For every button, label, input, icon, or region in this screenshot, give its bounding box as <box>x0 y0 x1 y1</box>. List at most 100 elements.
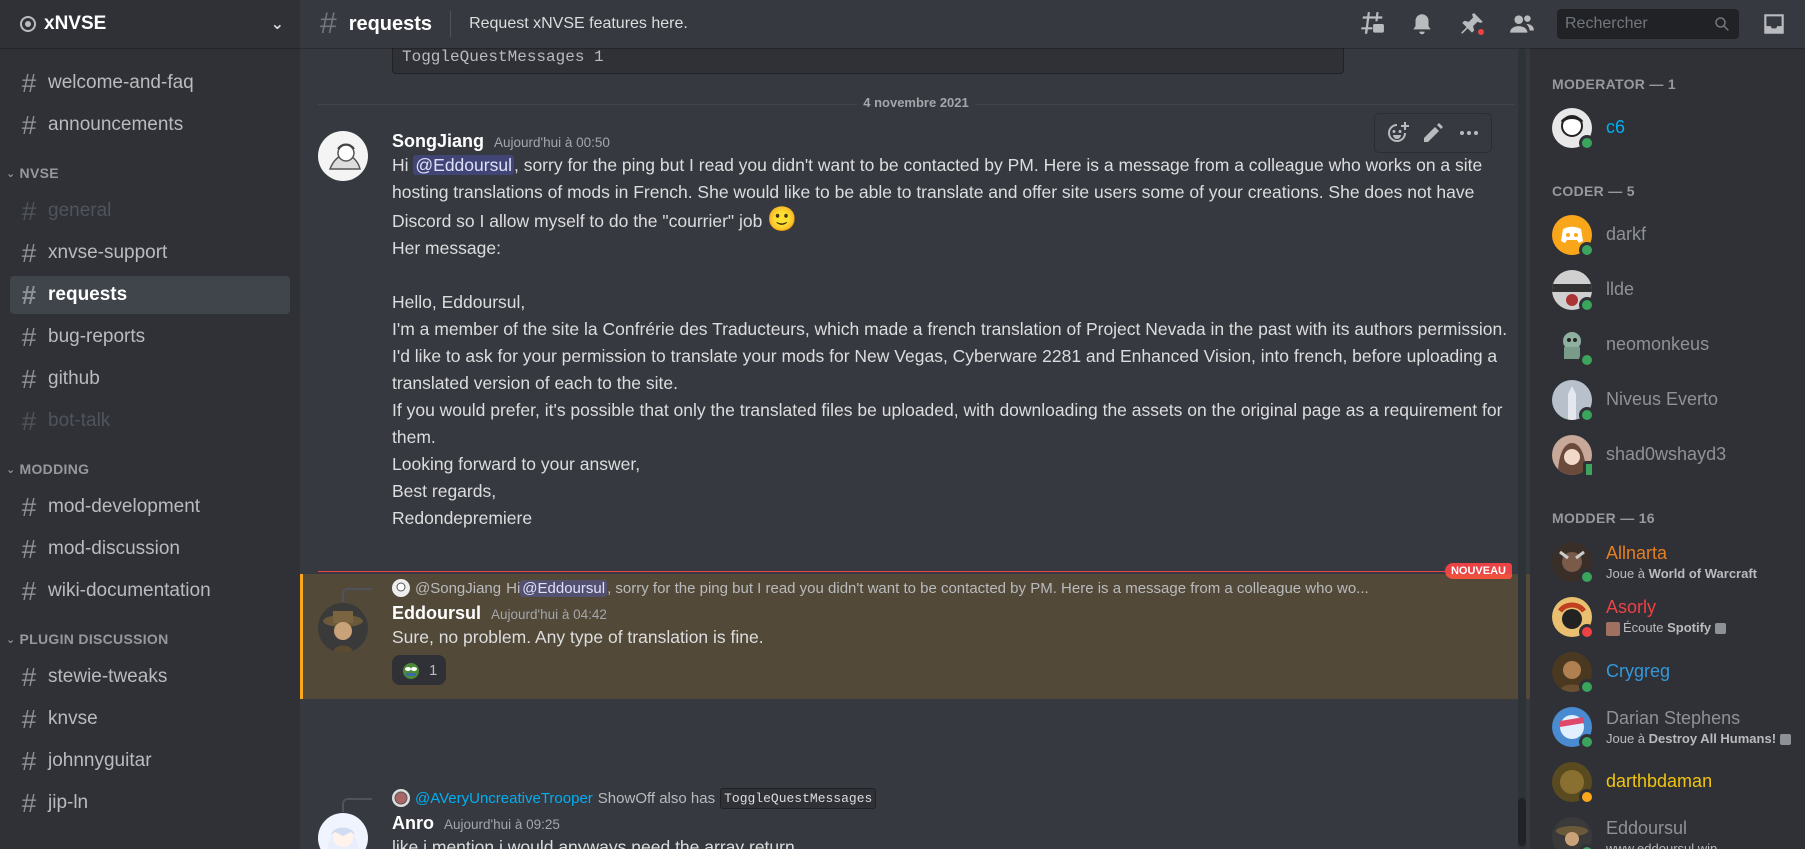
status-online-icon <box>1579 678 1595 695</box>
avatar[interactable] <box>318 603 368 653</box>
bell-icon[interactable] <box>1407 9 1437 39</box>
member-name: darthbdaman <box>1606 771 1713 791</box>
channel-welcome-and-faq[interactable]: # welcome-and-faq <box>10 64 290 102</box>
status-online-icon <box>1579 351 1595 368</box>
channel-jip-ln[interactable]: # jip-ln <box>10 784 290 822</box>
message-eddoursul[interactable]: @SongJiang Hi @Eddoursul, sorry for the p… <box>300 577 1512 685</box>
message-author[interactable]: Anro <box>392 813 434 834</box>
member-darthbdaman[interactable]: darthbdaman <box>1552 754 1805 809</box>
chevron-down-icon: ⌄ <box>6 633 16 646</box>
channel-announcements[interactable]: # announcements <box>10 106 290 144</box>
add-reaction-icon[interactable] <box>1385 121 1409 145</box>
header-divider <box>450 11 452 37</box>
slight-smile-emoji-icon[interactable]: 🙂 <box>767 206 797 233</box>
channel-sidebar: xNVSE ⌄ # welcome-and-faq # announcements … <box>0 0 300 849</box>
search-box[interactable] <box>1557 9 1739 39</box>
message-author[interactable]: SongJiang <box>392 131 484 152</box>
channel-mod-development[interactable]: # mod-development <box>10 488 290 526</box>
avatar <box>1552 596 1595 640</box>
member-activity: www.eddoursul.win <box>1606 840 1718 849</box>
channel-knvse[interactable]: # knvse <box>10 700 290 738</box>
message-text: Her message: Hello, Eddoursul, I'm a mem… <box>392 238 1508 528</box>
member-darian-stephens[interactable]: Darian Stephens Joue à Destroy All Humans… <box>1552 699 1805 754</box>
category-plugin-discussion[interactable]: ⌄ PLUGIN DISCUSSION <box>6 628 290 650</box>
hash-icon: # <box>21 322 37 352</box>
reaction-count: 1 <box>429 661 438 679</box>
channel-github[interactable]: # github <box>10 360 290 398</box>
reply-author[interactable]: @SongJiang <box>415 580 501 597</box>
new-messages-divider: NOUVEAU <box>318 563 1512 579</box>
member-eddoursul[interactable]: Eddoursul www.eddoursul.win <box>1552 809 1805 849</box>
reply-preview[interactable]: @AVeryUncreativeTrooper ShowOff also has T… <box>392 787 1512 809</box>
avatar <box>1552 434 1595 478</box>
channel-requests[interactable]: # requests <box>10 276 290 314</box>
threads-icon[interactable] <box>1357 9 1387 39</box>
category-label: MODDING <box>19 461 90 477</box>
channel-general[interactable]: # general <box>10 192 290 230</box>
category-label: PLUGIN DISCUSSION <box>19 631 169 647</box>
member-crygreg[interactable]: Crygreg <box>1552 644 1805 699</box>
reply-author[interactable]: @AVeryUncreativeTrooper <box>415 790 593 807</box>
unread-dot <box>1476 27 1486 37</box>
channel-label: johnnyguitar <box>48 750 152 771</box>
member-c6[interactable]: c6 <box>1552 100 1805 155</box>
channel-label: xnvse-support <box>48 242 168 263</box>
member-asorly[interactable]: Asorly Écoute Spotify <box>1552 589 1805 644</box>
scroll-thumb[interactable] <box>1518 798 1526 846</box>
inbox-icon[interactable] <box>1759 9 1789 39</box>
member-group-header: CODER — 5 <box>1552 183 1635 199</box>
channel-bug-reports[interactable]: # bug-reports <box>10 318 290 356</box>
channel-label: announcements <box>48 114 184 135</box>
message-author[interactable]: Eddoursul <box>392 603 481 624</box>
user-mention[interactable]: @Eddoursul <box>413 155 514 175</box>
message-timestamp[interactable]: Aujourd'hui à 00:50 <box>494 135 610 150</box>
activity-name: Destroy All Humans! <box>1648 730 1777 746</box>
member-shad0wshayd3[interactable]: shad0wshayd3 <box>1552 427 1805 482</box>
member-darkf[interactable]: darkf <box>1552 207 1805 262</box>
member-neomonkeus[interactable]: neomonkeus <box>1552 317 1805 372</box>
message-content: Hi @Eddoursul, sorry for the ping but I … <box>392 152 1512 532</box>
activity-avatar-icon <box>1606 621 1620 636</box>
member-allnarta[interactable]: Allnarta Joue à World of Warcraft <box>1552 534 1805 589</box>
message-timestamp[interactable]: Aujourd'hui à 09:25 <box>444 817 560 832</box>
status-online-icon <box>1579 134 1595 151</box>
member-name: Asorly <box>1606 597 1657 618</box>
category-nvse[interactable]: ⌄ NVSE <box>6 162 290 184</box>
channel-topic[interactable]: Request xNVSE features here. <box>469 15 1337 33</box>
member-name: Eddoursul <box>1606 817 1688 838</box>
hash-icon: # <box>21 364 37 394</box>
date-divider: 4 novembre 2021 <box>318 95 1514 110</box>
more-icon[interactable] <box>1457 121 1481 145</box>
message-songjiang[interactable]: SongJiang Aujourd'hui à 00:50 Hi @Eddours… <box>300 131 1512 532</box>
status-mobile-icon <box>1583 460 1595 478</box>
category-modding[interactable]: ⌄ MODDING <box>6 458 290 480</box>
search-input[interactable] <box>1565 15 1705 33</box>
member-group-header: MODERATOR — 1 <box>1552 76 1676 92</box>
channel-wiki-documentation[interactable]: # wiki-documentation <box>10 572 290 610</box>
avatar[interactable] <box>318 131 368 181</box>
chat-scrollbar[interactable] <box>1518 48 1526 849</box>
channel-stewie-tweaks[interactable]: # stewie-tweaks <box>10 658 290 696</box>
chevron-down-icon[interactable]: ⌄ <box>271 14 284 34</box>
message-timestamp[interactable]: Aujourd'hui à 04:42 <box>491 607 607 622</box>
channel-xnvse-support[interactable]: # xnvse-support <box>10 234 290 272</box>
member-name: Allnarta <box>1606 542 1668 563</box>
edit-icon[interactable] <box>1421 121 1445 145</box>
pin-icon[interactable] <box>1457 9 1487 39</box>
server-header[interactable]: xNVSE ⌄ <box>0 0 300 48</box>
member-llde[interactable]: llde <box>1552 262 1805 317</box>
reply-preview[interactable]: @SongJiang Hi @Eddoursul, sorry for the p… <box>392 577 1512 599</box>
avatar <box>1552 816 1595 849</box>
members-icon[interactable] <box>1507 9 1537 39</box>
user-mention[interactable]: @Eddoursul <box>520 579 608 597</box>
channel-mod-discussion[interactable]: # mod-discussion <box>10 530 290 568</box>
message-anro[interactable]: @AVeryUncreativeTrooper ShowOff also has T… <box>300 787 1512 849</box>
member-name: c6 <box>1606 117 1626 137</box>
reaction-button[interactable]: 1 <box>392 655 447 685</box>
rich-presence-icon <box>1779 733 1791 745</box>
channel-label: bug-reports <box>48 326 146 347</box>
avatar[interactable] <box>318 813 368 849</box>
channel-johnnyguitar[interactable]: # johnnyguitar <box>10 742 290 780</box>
member-niveus-everto[interactable]: Niveus Everto <box>1552 372 1805 427</box>
channel-bot-talk[interactable]: # bot-talk <box>10 402 290 440</box>
